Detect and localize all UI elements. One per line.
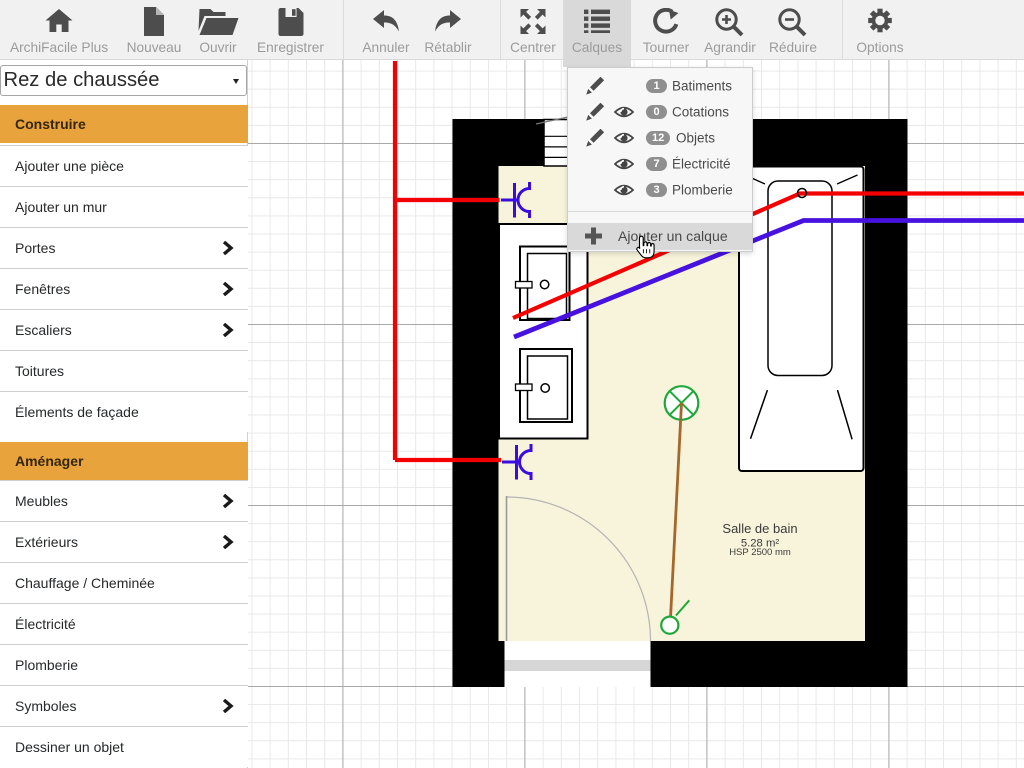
svg-text:Salle de bain: Salle de bain bbox=[722, 521, 797, 536]
svg-text:HSP 2500 mm: HSP 2500 mm bbox=[729, 547, 791, 558]
